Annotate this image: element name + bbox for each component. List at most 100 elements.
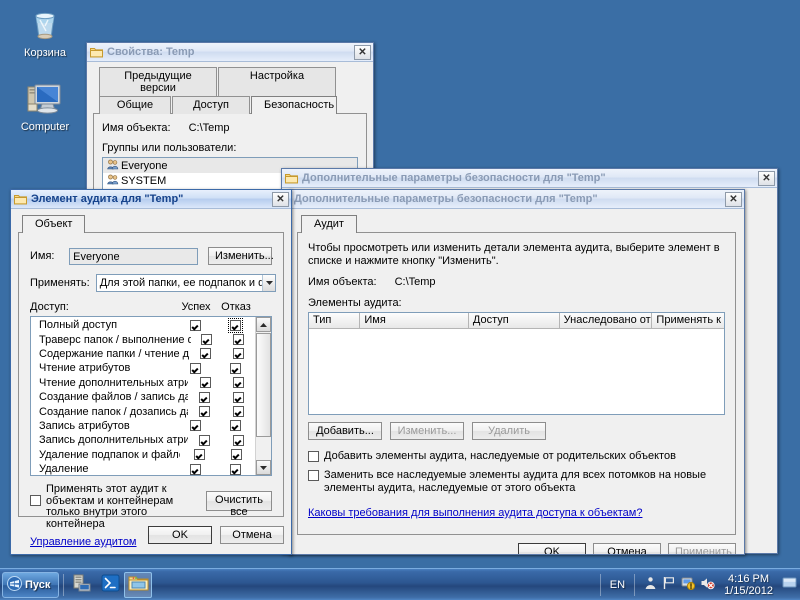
column-header-access[interactable]: Доступ bbox=[469, 313, 560, 328]
table-body[interactable] bbox=[309, 329, 724, 414]
show-desktop-icon[interactable] bbox=[782, 576, 798, 593]
chevron-down-icon[interactable] bbox=[262, 275, 275, 291]
fail-checkbox[interactable] bbox=[229, 362, 241, 374]
cancel-button[interactable]: Отмена bbox=[593, 543, 661, 554]
fail-checkbox[interactable] bbox=[229, 420, 241, 432]
audit-entry-tabs[interactable]: Объект bbox=[18, 215, 284, 233]
fail-checkbox[interactable] bbox=[232, 391, 244, 403]
fail-checkbox[interactable] bbox=[233, 348, 244, 360]
close-icon[interactable]: ✕ bbox=[725, 191, 742, 207]
properties-tabs-row1[interactable]: Предыдущие версии Настройка bbox=[93, 67, 367, 97]
properties-titlebar[interactable]: Свойства: Temp ✕ bbox=[87, 43, 373, 62]
permission-row[interactable]: Удаление подпапок и файлов bbox=[31, 448, 255, 462]
clock[interactable]: 4:16 PM 1/15/2012 bbox=[720, 573, 777, 597]
apply-to-select[interactable]: Для этой папки, ее подпапок и файлов bbox=[95, 274, 276, 292]
inherit-audit-checkbox[interactable] bbox=[308, 451, 319, 462]
audit-entry-titlebar[interactable]: Элемент аудита для "Temp" ✕ bbox=[11, 190, 291, 209]
success-checkbox[interactable] bbox=[189, 463, 201, 475]
volume-muted-icon[interactable] bbox=[700, 576, 715, 593]
permission-row[interactable]: Запись дополнительных атрибутов bbox=[31, 433, 255, 447]
fail-checkbox[interactable] bbox=[232, 377, 244, 389]
edit-button[interactable]: Изменить... bbox=[390, 422, 464, 440]
quick-launch-explorer[interactable] bbox=[124, 571, 153, 598]
audit-entries-table[interactable]: Тип Имя Доступ Унаследовано от Применять… bbox=[308, 312, 725, 415]
inherit-audit-option[interactable]: Добавить элементы аудита, наследуемые от… bbox=[308, 450, 725, 463]
column-header-inherited-from[interactable]: Унаследовано от bbox=[560, 313, 653, 328]
permission-row[interactable]: Чтение дополнительных атрибутов bbox=[31, 376, 255, 390]
fail-checkbox[interactable] bbox=[232, 434, 244, 446]
permission-row[interactable]: Траверс папок / выполнение файлов bbox=[31, 332, 255, 346]
person-icon[interactable] bbox=[644, 576, 657, 593]
desktop-icon-recycle-bin[interactable]: Корзина bbox=[8, 8, 82, 59]
tab-sharing[interactable]: Доступ bbox=[172, 96, 250, 114]
update-warning-icon[interactable] bbox=[681, 576, 696, 593]
properties-tabs-row2[interactable]: Общие Доступ Безопасность bbox=[93, 96, 367, 114]
flag-icon[interactable] bbox=[662, 576, 676, 593]
scroll-down-button[interactable] bbox=[256, 460, 271, 475]
success-checkbox[interactable] bbox=[199, 348, 211, 360]
fail-checkbox[interactable] bbox=[227, 317, 243, 333]
close-icon[interactable]: ✕ bbox=[758, 170, 775, 186]
advanced-tabs[interactable]: Аудит bbox=[297, 215, 736, 233]
tab-object[interactable]: Объект bbox=[22, 215, 86, 233]
close-icon[interactable]: ✕ bbox=[272, 191, 289, 207]
permission-row[interactable]: Чтение атрибутов bbox=[31, 361, 255, 375]
replace-audit-option[interactable]: Заменить все наследуемые элементы аудита… bbox=[308, 469, 725, 495]
scrollbar-thumb[interactable] bbox=[256, 333, 271, 437]
apply-button[interactable]: Применить bbox=[668, 543, 736, 554]
tab-auditing[interactable]: Аудит bbox=[301, 215, 357, 233]
remove-button[interactable]: Удалить bbox=[472, 422, 546, 440]
success-checkbox[interactable] bbox=[199, 406, 211, 418]
fail-checkbox[interactable] bbox=[230, 449, 242, 461]
cancel-button[interactable]: Отмена bbox=[220, 526, 284, 544]
audit-entry-window[interactable]: Элемент аудита для "Temp" ✕ Объект Имя: … bbox=[10, 189, 292, 555]
column-header-type[interactable]: Тип bbox=[309, 313, 361, 328]
permission-row[interactable]: Полный доступ bbox=[31, 317, 255, 333]
success-checkbox[interactable] bbox=[199, 434, 211, 446]
manage-auditing-link[interactable]: Управление аудитом bbox=[30, 536, 137, 548]
column-header-applies-to[interactable]: Применять к bbox=[652, 313, 724, 328]
change-principal-button[interactable]: Изменить... bbox=[208, 247, 274, 265]
scroll-up-button[interactable] bbox=[256, 317, 271, 332]
desktop-icon-computer[interactable]: Computer bbox=[8, 82, 82, 133]
ok-button[interactable]: OK bbox=[148, 526, 212, 544]
advanced-back-titlebar[interactable]: Дополнительные параметры безопасности дл… bbox=[282, 169, 777, 188]
permission-row[interactable]: Запись атрибутов bbox=[31, 419, 255, 433]
ok-button[interactable]: OK bbox=[518, 543, 586, 554]
replace-audit-checkbox[interactable] bbox=[308, 470, 319, 481]
tab-customize[interactable]: Настройка bbox=[218, 67, 336, 97]
success-checkbox[interactable] bbox=[193, 449, 205, 461]
permissions-list[interactable]: Полный доступ Траверс папок / выполнение… bbox=[30, 316, 272, 476]
clear-all-button[interactable]: Очистить все bbox=[206, 491, 272, 518]
language-indicator[interactable]: EN bbox=[610, 579, 625, 591]
fail-checkbox[interactable] bbox=[229, 463, 241, 475]
quick-launch-server-manager[interactable] bbox=[68, 572, 96, 598]
success-checkbox[interactable] bbox=[199, 391, 211, 403]
quick-launch-powershell[interactable] bbox=[96, 572, 124, 598]
apply-container-only-checkbox[interactable] bbox=[30, 495, 41, 506]
close-icon[interactable]: ✕ bbox=[354, 44, 371, 60]
fail-checkbox[interactable] bbox=[232, 406, 244, 418]
tab-previous-versions[interactable]: Предыдущие версии bbox=[99, 67, 217, 97]
permissions-scrollbar[interactable] bbox=[255, 317, 271, 475]
success-checkbox[interactable] bbox=[189, 319, 201, 331]
fail-checkbox[interactable] bbox=[233, 334, 245, 346]
auditing-requirements-link[interactable]: Каковы требования для выполнения аудита … bbox=[308, 507, 642, 519]
system-tray[interactable]: EN 4:16 PM 1/15/2012 bbox=[596, 569, 800, 600]
taskbar[interactable]: Пуск EN 4:16 PM 1/15/2012 bbox=[0, 568, 800, 600]
permission-row[interactable]: Удаление bbox=[31, 462, 255, 475]
success-checkbox[interactable] bbox=[189, 420, 201, 432]
column-header-name[interactable]: Имя bbox=[360, 313, 469, 328]
success-checkbox[interactable] bbox=[189, 362, 201, 374]
success-checkbox[interactable] bbox=[201, 334, 213, 346]
advanced-security-window[interactable]: Дополнительные параметры безопасности дл… bbox=[288, 189, 745, 555]
tab-general[interactable]: Общие bbox=[99, 96, 171, 114]
start-button[interactable]: Пуск bbox=[2, 571, 60, 598]
success-checkbox[interactable] bbox=[199, 377, 211, 389]
add-button[interactable]: Добавить... bbox=[308, 422, 382, 440]
permission-row[interactable]: Содержание папки / чтение данных bbox=[31, 347, 255, 361]
permission-row[interactable]: Создание папок / дозапись данных bbox=[31, 404, 255, 418]
permission-row[interactable]: Создание файлов / запись данных bbox=[31, 390, 255, 404]
tab-security[interactable]: Безопасность bbox=[251, 96, 337, 114]
name-field[interactable]: Everyone bbox=[69, 247, 198, 265]
